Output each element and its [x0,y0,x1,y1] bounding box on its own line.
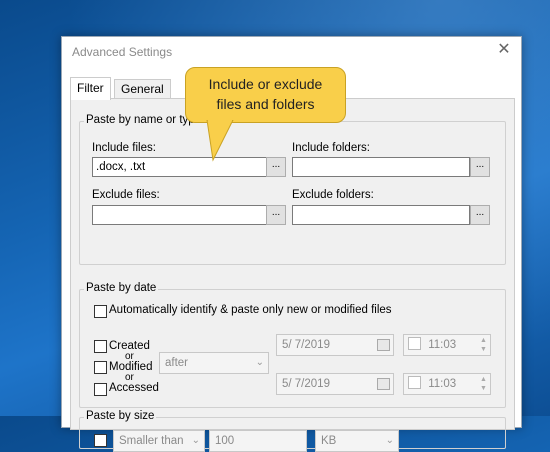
size-comparison-value: Smaller than [119,435,184,447]
include-folders-field[interactable] [292,157,470,177]
time-picker-1[interactable]: 11:03 ▲ ▼ [403,334,491,356]
time-value-2: 11:03 [428,378,457,390]
include-files-browse-button[interactable]: ... [266,157,286,177]
modified-checkbox[interactable] [94,361,107,374]
exclude-files-browse-button[interactable]: ... [266,205,286,225]
accessed-label: Accessed [109,382,159,394]
exclude-folders-label: Exclude folders: [292,189,374,201]
paste-by-size-label: Paste by size [84,410,157,422]
spinner-icon[interactable]: ▲ ▼ [479,336,488,354]
time-picker-2[interactable]: 11:03 ▲ ▼ [403,373,491,395]
chevron-down-icon: ⌄ [191,435,200,446]
auto-identify-checkbox[interactable] [94,305,107,318]
time-checkbox-2[interactable] [408,376,421,389]
date-picker-2[interactable]: 5/ 7/2019 [276,373,394,395]
date-picker-1[interactable]: 5/ 7/2019 [276,334,394,356]
paste-by-date-label: Paste by date [84,282,159,294]
calendar-icon [377,339,390,351]
spinner-icon[interactable]: ▲ ▼ [479,375,488,393]
callout-pointer [206,120,234,162]
tab-filter[interactable]: Filter [70,77,111,100]
date-condition-select[interactable]: after ⌄ [159,352,269,374]
include-folders-browse-button[interactable]: ... [470,157,490,177]
accessed-checkbox[interactable] [94,383,107,396]
size-unit-select[interactable]: KB ⌄ [315,430,399,452]
window-title: Advanced Settings [72,45,173,59]
close-icon[interactable]: ✕ [495,41,513,59]
include-folders-label: Include folders: [292,142,370,154]
date-condition-value: after [165,357,189,369]
exclude-folders-field[interactable] [292,205,470,225]
calendar-icon [377,378,390,390]
created-checkbox[interactable] [94,340,107,353]
exclude-files-label: Exclude files: [92,189,160,201]
filter-tab-panel: Paste by name or type Include files: .do… [70,98,515,452]
paste-by-date-group: Paste by date Automatically identify & p… [79,282,506,408]
date-value-1: 5/ 7/2019 [282,339,330,351]
time-checkbox-1[interactable] [408,337,421,350]
size-unit-value: KB [321,435,337,447]
paste-by-size-checkbox[interactable] [94,434,107,447]
exclude-folders-browse-button[interactable]: ... [470,205,490,225]
date-value-2: 5/ 7/2019 [282,378,330,390]
include-files-label: Include files: [92,142,156,154]
paste-by-name-group: Paste by name or type Include files: .do… [79,114,506,265]
time-value-1: 11:03 [428,339,457,351]
title-bar: Advanced Settings ✕ [62,37,521,67]
auto-identify-label: Automatically identify & paste only new … [109,304,392,316]
size-comparison-select[interactable]: Smaller than ⌄ [113,430,205,452]
callout-tooltip: Include or exclude files and folders [185,67,346,123]
tab-general[interactable]: General [114,79,171,99]
chevron-down-icon: ⌄ [385,435,394,446]
exclude-files-field[interactable] [92,205,268,225]
paste-by-size-group: Paste by size Smaller than ⌄ 100 KB ⌄ [79,410,506,452]
callout-line-1: Include or exclude [208,76,323,92]
chevron-down-icon: ⌄ [255,357,264,368]
callout-line-2: files and folders [216,96,315,112]
size-amount-field[interactable]: 100 [209,430,307,452]
